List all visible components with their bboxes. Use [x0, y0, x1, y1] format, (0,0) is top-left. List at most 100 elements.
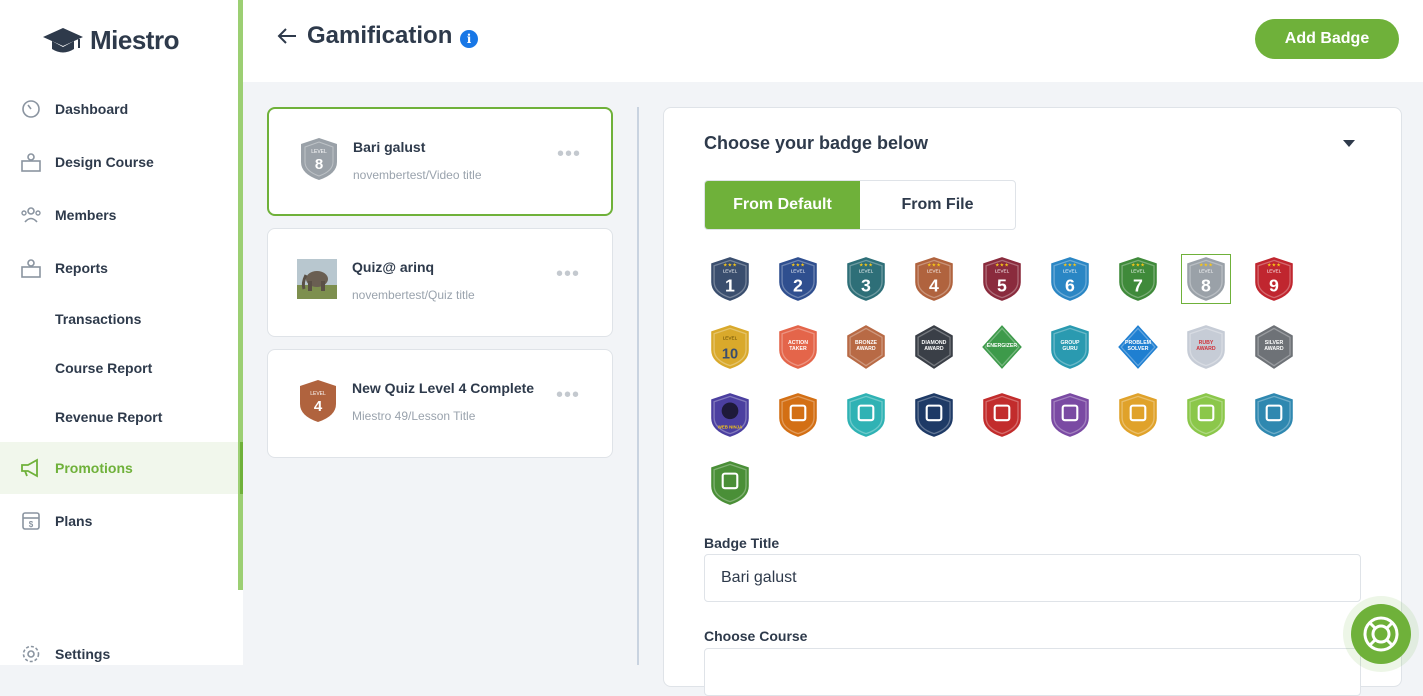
badge-card-subtitle: novembertest/Quiz title: [352, 288, 475, 302]
dollar-box-icon: $: [22, 512, 40, 530]
svg-text:1: 1: [725, 276, 735, 296]
sidebar-item-promotions[interactable]: Promotions: [0, 442, 243, 494]
course-badge-icon: [1187, 393, 1225, 437]
award-badge-icon: RUBYAWARD: [1187, 325, 1225, 369]
sidebar-item-dashboard[interactable]: Dashboard: [0, 85, 238, 133]
svg-text:$: $: [29, 520, 34, 529]
course-badge-icon: [847, 393, 885, 437]
svg-text:LEVEL: LEVEL: [791, 269, 806, 274]
level-badge-icon: ★★★LEVEL 9: [1255, 257, 1293, 301]
badge-title-label: Badge Title: [704, 535, 780, 551]
badge-option[interactable]: GROUP GURU: [1045, 322, 1095, 372]
badge-option[interactable]: SILVER AWARD: [1249, 322, 1299, 372]
svg-text:AWARD: AWARD: [1196, 346, 1216, 352]
badge-option[interactable]: ★★★ LEVEL 4: [909, 254, 959, 304]
svg-text:SOLVER: SOLVER: [1127, 346, 1148, 352]
help-lifebuoy-button[interactable]: [1351, 604, 1411, 664]
sidebar-item-settings[interactable]: Settings: [0, 630, 238, 678]
choose-course-select[interactable]: [704, 648, 1361, 696]
tab-from-file[interactable]: From File: [860, 181, 1015, 229]
badge-option[interactable]: [1113, 390, 1163, 440]
svg-text:BRONZE: BRONZE: [855, 340, 877, 346]
sidebar-item-design-course[interactable]: Design Course: [0, 138, 238, 186]
sidebar-scrollbar[interactable]: [238, 0, 243, 590]
sidebar-item-members[interactable]: Members: [0, 191, 238, 239]
badge-card[interactable]: Quiz@ arinq novembertest/Quiz title •••: [267, 228, 613, 337]
award-badge-icon: PROBLEMSOLVER: [1118, 325, 1158, 369]
sidebar-item-revenue-report[interactable]: Revenue Report: [0, 393, 238, 441]
caret-down-icon[interactable]: [1343, 140, 1355, 147]
badge-card-title: Bari galust: [353, 139, 426, 155]
more-options-icon[interactable]: •••: [556, 264, 580, 284]
add-badge-button[interactable]: Add Badge: [1255, 19, 1399, 59]
badge-option[interactable]: LEVEL 10: [705, 322, 755, 372]
award-badge-icon: ACTIONTAKER: [779, 325, 817, 369]
badge-option[interactable]: ★★★ LEVEL 2: [773, 254, 823, 304]
more-options-icon[interactable]: •••: [557, 144, 581, 164]
badge-card[interactable]: LEVEL 4 New Quiz Level 4 Complete Miestr…: [267, 349, 613, 458]
badge-option[interactable]: [1181, 390, 1231, 440]
logo-text: Miestro: [90, 25, 179, 55]
svg-text:PROBLEM: PROBLEM: [1125, 340, 1151, 346]
badge-option[interactable]: [1045, 390, 1095, 440]
badge-option[interactable]: ★★★ LEVEL 7: [1113, 254, 1163, 304]
graduation-cap-icon: [43, 27, 83, 52]
svg-text:LEVEL: LEVEL: [995, 269, 1010, 274]
level-badge-icon: ★★★LEVEL 6: [1051, 257, 1089, 301]
svg-text:LEVEL: LEVEL: [1063, 269, 1078, 274]
sidebar-item-plans[interactable]: $ Plans: [0, 497, 238, 545]
sidebar-item-label: Revenue Report: [55, 409, 163, 425]
more-options-icon[interactable]: •••: [556, 385, 580, 405]
badge-card[interactable]: LEVEL 8 Bari galust novembertest/Video t…: [267, 107, 613, 216]
level-badge-icon: ★★★LEVEL 1: [711, 257, 749, 301]
panel-heading: Choose your badge below: [704, 133, 929, 153]
badge-option[interactable]: [841, 390, 891, 440]
svg-text:ENERGIZER: ENERGIZER: [987, 343, 1018, 349]
badge-option[interactable]: ★★★ LEVEL 1: [705, 254, 755, 304]
badge-option[interactable]: RUBY AWARD: [1181, 322, 1231, 372]
level-badge-icon: ★★★LEVEL 2: [779, 257, 817, 301]
badge-title-input[interactable]: Bari galust: [704, 554, 1361, 602]
badge-option[interactable]: [977, 390, 1027, 440]
sidebar-item-label: Settings: [55, 646, 111, 662]
arrow-left-icon[interactable]: [276, 25, 298, 47]
badge-option[interactable]: [1249, 390, 1299, 440]
badge-option[interactable]: BRONZE AWARD: [841, 322, 891, 372]
badge-option[interactable]: ★★★ LEVEL 3: [841, 254, 891, 304]
badge-option[interactable]: DIAMOND AWARD: [909, 322, 959, 372]
badge-card-title: Quiz@ arinq: [352, 259, 435, 275]
svg-text:8: 8: [315, 156, 323, 173]
badge-option[interactable]: ★★★ LEVEL 6: [1045, 254, 1095, 304]
level-badge-icon: LEVEL 8: [301, 138, 337, 180]
tab-from-default[interactable]: From Default: [705, 181, 860, 229]
sidebar-item-label: Design Course: [55, 154, 154, 170]
badge-option[interactable]: ★★★ LEVEL 9: [1249, 254, 1299, 304]
badge-option[interactable]: WEB NINJA: [705, 390, 755, 440]
badge-option[interactable]: ACTION TAKER: [773, 322, 823, 372]
svg-text:RUBY: RUBY: [1199, 340, 1214, 346]
info-icon[interactable]: i: [460, 30, 478, 48]
badge-option[interactable]: ★★★ LEVEL 5: [977, 254, 1027, 304]
svg-text:10: 10: [722, 346, 738, 362]
svg-text:LEVEL: LEVEL: [927, 269, 942, 274]
level-badge-icon: ★★★LEVEL 5: [983, 257, 1021, 301]
sidebar-item-transactions[interactable]: Transactions: [0, 295, 238, 343]
badge-option[interactable]: [909, 390, 959, 440]
svg-text:LEVEL: LEVEL: [1131, 269, 1146, 274]
svg-text:WEB NINJA: WEB NINJA: [718, 425, 743, 430]
svg-text:6: 6: [1065, 276, 1075, 296]
badge-option[interactable]: [773, 390, 823, 440]
svg-text:DIAMOND: DIAMOND: [922, 340, 947, 346]
badge-option[interactable]: [705, 458, 755, 508]
badge-option[interactable]: ENERGIZER: [977, 322, 1027, 372]
sidebar-item-label: Dashboard: [55, 101, 129, 117]
sidebar-item-label: Transactions: [55, 311, 142, 327]
badge-option[interactable]: PROBLEM SOLVER: [1113, 322, 1163, 372]
logo[interactable]: Miestro: [42, 25, 179, 56]
svg-text:4: 4: [314, 398, 323, 415]
award-badge-icon: ENERGIZER: [982, 325, 1022, 369]
badge-option[interactable]: ★★★ LEVEL 8: [1181, 254, 1231, 304]
svg-text:5: 5: [997, 276, 1007, 296]
sidebar-item-course-report[interactable]: Course Report: [0, 344, 238, 392]
sidebar-item-reports[interactable]: Reports: [0, 244, 238, 292]
